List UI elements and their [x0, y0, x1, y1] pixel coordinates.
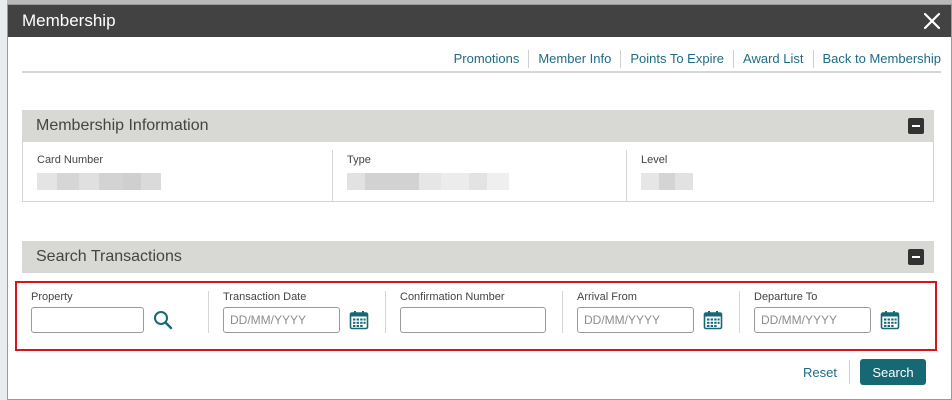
calendar-icon[interactable] — [702, 309, 724, 331]
actions-divider — [849, 360, 850, 384]
transaction-date-input[interactable] — [223, 307, 340, 333]
backdrop — [0, 0, 7, 400]
transaction-date-label: Transaction Date — [223, 291, 307, 303]
link-points-to-expire[interactable]: Points To Expire — [621, 49, 733, 69]
departure-to-field: Departure To — [739, 291, 913, 333]
arrival-from-input[interactable] — [577, 307, 694, 333]
confirmation-number-field: Confirmation Number — [385, 291, 562, 333]
property-field: Property — [17, 291, 208, 333]
minus-icon[interactable] — [908, 249, 924, 265]
confirmation-number-input[interactable] — [400, 307, 546, 333]
membership-information-header: Membership Information — [22, 110, 934, 142]
arrival-from-field: Arrival From — [562, 291, 739, 333]
minus-icon[interactable] — [908, 118, 924, 134]
nav-divider — [22, 71, 941, 73]
dialog-title: Membership — [22, 11, 116, 30]
link-promotions[interactable]: Promotions — [445, 49, 529, 69]
card-number-value-redacted — [37, 173, 332, 190]
search-button[interactable]: Search — [860, 359, 926, 385]
link-member-info[interactable]: Member Info — [529, 49, 620, 69]
membership-dialog: Membership Promotions Member Info Points… — [7, 4, 952, 400]
type-label: Type — [347, 154, 371, 166]
membership-nav-links: Promotions Member Info Points To Expire … — [445, 49, 941, 69]
reset-link[interactable]: Reset — [803, 365, 837, 380]
link-back-to-membership[interactable]: Back to Membership — [814, 49, 942, 69]
search-criteria-row: Property Transaction Date DD/MM/YYYY Con… — [15, 281, 937, 351]
search-icon[interactable] — [152, 309, 174, 331]
type-field: Type — [332, 150, 626, 201]
calendar-icon[interactable] — [879, 309, 901, 331]
membership-information-body: Card Number Type Level — [22, 142, 934, 202]
search-transactions-header: Search Transactions — [22, 241, 934, 273]
transaction-date-field: Transaction Date — [208, 291, 385, 333]
membership-information-panel: Membership Information Card Number Type — [22, 110, 934, 202]
level-value-redacted — [641, 173, 933, 190]
close-icon[interactable] — [923, 12, 941, 30]
type-value-redacted — [347, 173, 626, 190]
level-label: Level — [641, 154, 668, 166]
confirmation-number-label: Confirmation Number — [400, 291, 505, 303]
property-label: Property — [31, 291, 73, 303]
link-award-list[interactable]: Award List — [734, 49, 812, 69]
card-number-label: Card Number — [37, 154, 104, 166]
level-field: Level — [626, 150, 933, 201]
calendar-icon[interactable] — [348, 309, 370, 331]
card-number-field: Card Number — [23, 150, 332, 201]
departure-to-input[interactable] — [754, 307, 871, 333]
property-input[interactable] — [31, 307, 144, 333]
search-transactions-panel: Search Transactions Property Transaction… — [15, 241, 937, 351]
departure-to-label: Departure To — [754, 291, 818, 303]
search-actions: Reset Search — [803, 359, 926, 385]
arrival-from-label: Arrival From — [577, 291, 637, 303]
dialog-titlebar: Membership — [8, 5, 951, 37]
search-transactions-title: Search Transactions — [36, 248, 182, 265]
membership-information-title: Membership Information — [36, 117, 209, 134]
